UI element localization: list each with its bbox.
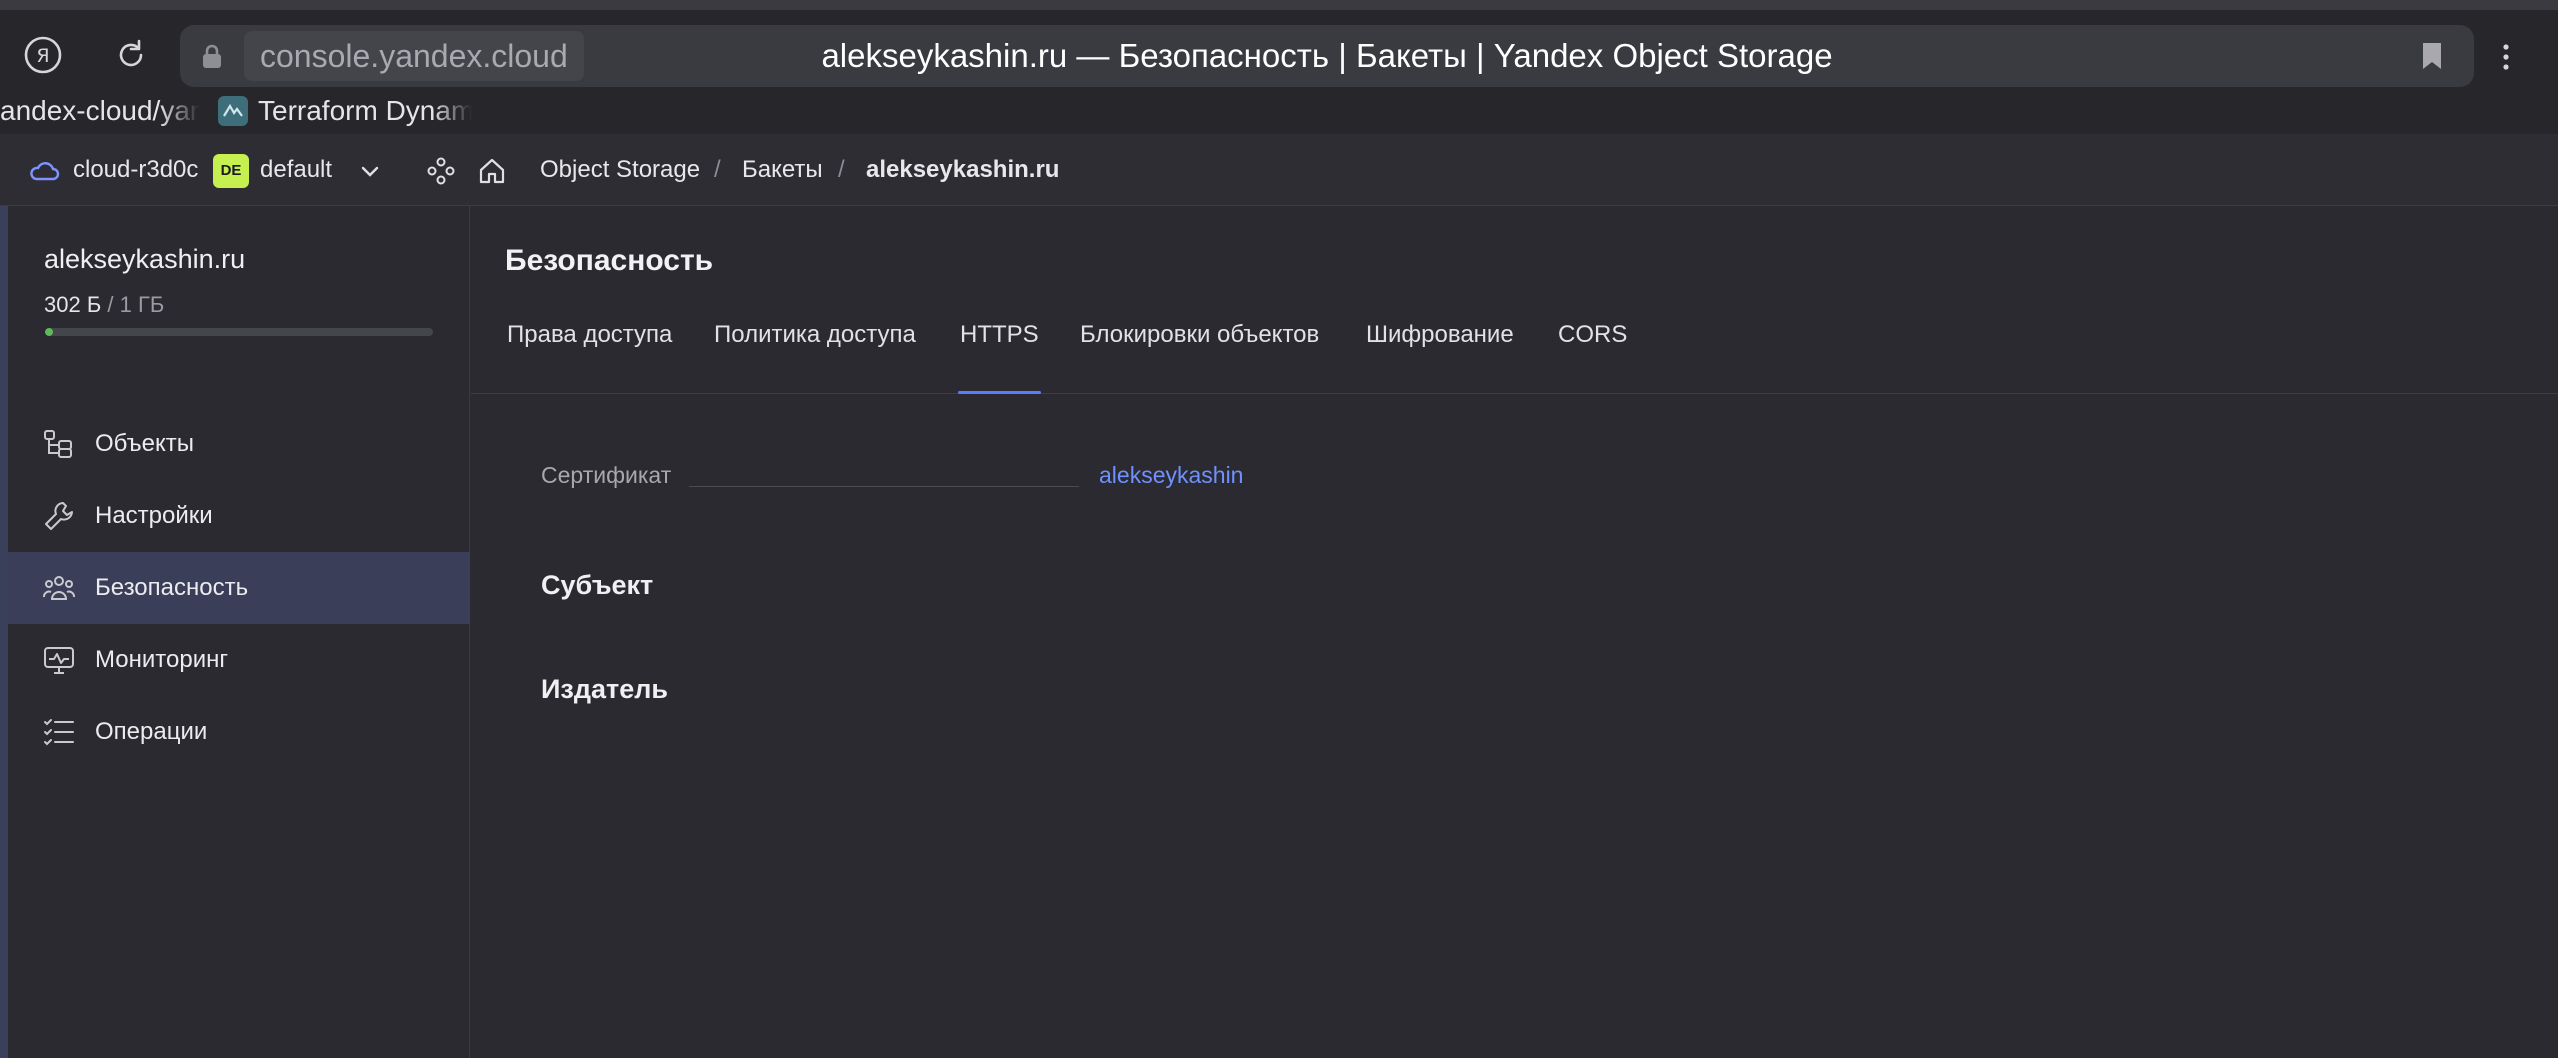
sidebar-item-label: Объекты [95, 430, 194, 457]
address-bar[interactable]: console.yandex.cloud alekseykashin.ru — … [180, 25, 2474, 87]
breadcrumb-buckets[interactable]: Бакеты [742, 134, 823, 206]
cloud-selector[interactable]: cloud-r3d0c [73, 134, 198, 206]
bucket-name: alekseykashin.ru [44, 244, 246, 274]
sidebar-item-settings[interactable]: Настройки [8, 480, 470, 552]
usage-used: 302 Б [44, 292, 102, 317]
bookmarks-bar: andex-cloud/yan Terraform Dynami [0, 88, 2558, 134]
browser-toolbar: Я console.yandex.cloud alekseykashin.ru … [0, 0, 2558, 90]
label-leader-line [689, 486, 1079, 487]
tab-encryption[interactable]: Шифрование [1366, 306, 1514, 394]
tab-object-lock[interactable]: Блокировки объектов [1080, 306, 1319, 394]
monitor-icon [44, 647, 74, 674]
folder-selector[interactable]: default [260, 134, 332, 206]
users-icon [43, 576, 75, 600]
breadcrumb-separator: / [838, 156, 845, 183]
sidebar-item-objects[interactable]: Объекты [8, 408, 470, 480]
chevron-down-icon[interactable] [357, 134, 383, 206]
services-icon[interactable] [425, 134, 457, 206]
breadcrumb-bucket: alekseykashin.ru [866, 156, 1060, 183]
folder-badge: DE [213, 154, 249, 188]
usage-progress-fill [45, 328, 53, 336]
usage-progress-bar [45, 328, 433, 336]
wrench-icon [45, 502, 73, 530]
breadcrumb-separator: / [714, 156, 721, 183]
sidebar-item-label: Безопасность [95, 574, 249, 601]
console-header: cloud-r3d0c DE default Object Storage / … [0, 134, 2558, 206]
reload-icon[interactable] [106, 30, 156, 80]
page-title: Безопасность [505, 244, 714, 277]
sidebar-item-monitoring[interactable]: Мониторинг [8, 624, 470, 696]
sidebar-item-label: Настройки [95, 502, 213, 529]
lock-icon [203, 44, 221, 68]
bookmark-icon[interactable] [2420, 41, 2444, 71]
security-tabs: Права доступа Политика доступа HTTPS Бло… [471, 306, 2558, 394]
storage-usage: 302 Б / 1 ГБ [44, 292, 164, 318]
sidebar-item-security[interactable]: Безопасность [8, 552, 470, 624]
cloud-icon [28, 134, 60, 206]
browser-menu-icon[interactable] [2500, 42, 2512, 72]
bookmark-yandex-cloud[interactable]: andex-cloud/yan [0, 88, 200, 134]
yandex-logo-icon[interactable]: Я [18, 30, 68, 80]
home-icon[interactable] [476, 134, 508, 206]
address-row: Я console.yandex.cloud alekseykashin.ru … [0, 20, 2558, 90]
tab-access-policy[interactable]: Политика доступа [714, 306, 916, 394]
page-edge [0, 206, 8, 1058]
subject-heading: Субъект [541, 570, 654, 600]
issuer-heading: Издатель [541, 674, 668, 704]
objects-icon [44, 430, 72, 458]
main-content: Безопасность Права доступа Политика дост… [471, 206, 2558, 1058]
svg-text:Я: Я [36, 45, 49, 67]
certificate-link[interactable]: alekseykashin [1099, 462, 1243, 489]
certificate-label: Сертификат [541, 462, 672, 488]
tab-access-rights[interactable]: Права доступа [507, 306, 672, 394]
breadcrumb-object-storage[interactable]: Object Storage [540, 134, 700, 206]
usage-total: / 1 ГБ [101, 292, 165, 317]
tab-https[interactable]: HTTPS [958, 306, 1041, 394]
sidebar-item-label: Мониторинг [95, 646, 229, 673]
address-domain[interactable]: console.yandex.cloud [244, 31, 584, 81]
terraform-icon [218, 96, 248, 126]
sidebar-item-operations[interactable]: Операции [8, 696, 470, 768]
sidebar: alekseykashin.ru 302 Б / 1 ГБ Объекты На… [8, 206, 470, 1058]
bookmark-terraform[interactable]: Terraform Dynami [258, 88, 472, 134]
list-icon [44, 719, 74, 746]
sidebar-item-label: Операции [95, 718, 208, 745]
tab-cors[interactable]: CORS [1558, 306, 1627, 394]
certificate-row: Сертификат alekseykashin [541, 462, 1341, 502]
